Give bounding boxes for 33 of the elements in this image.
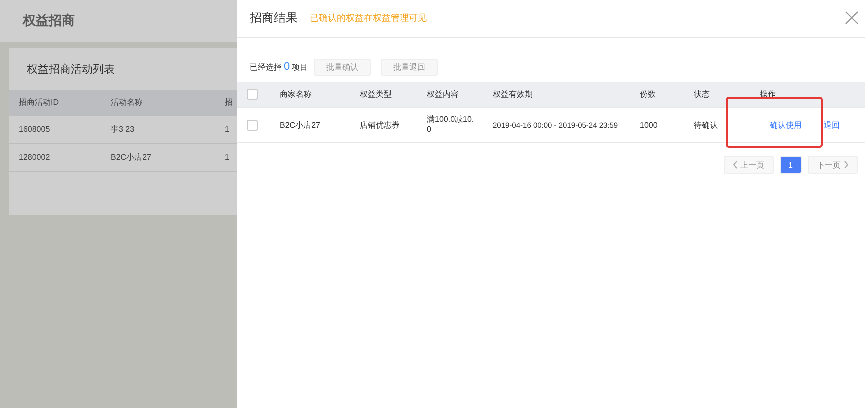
- table-cell-text: 1280002: [19, 153, 52, 162]
- column-header: 商家名称: [280, 89, 313, 100]
- column-header: 份数: [640, 89, 657, 100]
- table-cell-text: 1: [225, 153, 230, 162]
- column-header: 招商活动ID: [19, 97, 60, 108]
- drawer-title: 招商结果: [250, 10, 298, 27]
- column-header: 活动名称: [111, 97, 144, 108]
- table-cell-text: 1000: [640, 120, 659, 130]
- column-header: 权益有效期: [493, 89, 534, 100]
- chevron-left-icon: [732, 161, 738, 169]
- table-cell-text: 满100.0减10.0: [427, 114, 476, 136]
- column-header: 权益内容: [427, 89, 460, 100]
- table-cell-text: B2C小店27: [111, 152, 152, 163]
- table-cell-text: 待确认: [694, 120, 719, 130]
- close-icon[interactable]: [845, 11, 859, 25]
- select-all-checkbox[interactable]: [247, 89, 258, 100]
- table-cell-text: 店铺优惠券: [360, 120, 401, 130]
- chevron-right-icon: [844, 161, 849, 169]
- page-button[interactable]: 1: [780, 156, 802, 174]
- notice-text: 已确认的权益在权益管理可见: [310, 12, 427, 25]
- card-title: 权益招商活动列表: [27, 62, 115, 76]
- column-header: 权益类型: [360, 89, 393, 100]
- page-title: 权益招商: [23, 12, 75, 30]
- table-cell-text: 1608005: [19, 125, 52, 134]
- action-link[interactable]: 退回: [824, 120, 840, 130]
- table-cell-text: 1: [225, 125, 230, 134]
- row-checkbox[interactable]: [247, 120, 258, 130]
- column-header: 状态: [694, 89, 711, 100]
- column-header: 招: [225, 97, 234, 108]
- table-cell-text: B2C小店27: [280, 120, 322, 130]
- selection-count: 已经选择 0 项目: [250, 61, 308, 73]
- table-cell-text: 事3 23: [111, 124, 136, 135]
- action-link[interactable]: 确认使用: [770, 120, 802, 130]
